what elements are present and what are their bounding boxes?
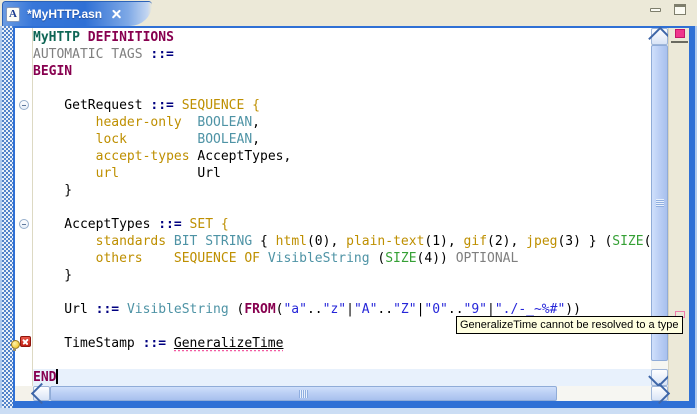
overview-error-marker[interactable] (675, 29, 685, 38)
editor-window: A *MyHTTP.asn MyHTTP DEFINITIONS AUTOMATI… (0, 0, 697, 414)
scroll-left-button[interactable] (30, 382, 53, 405)
code-line[interactable]: url Url (33, 165, 651, 182)
code-line[interactable]: accept-types AcceptTypes, (33, 148, 651, 165)
error-quickfix-icon[interactable] (11, 336, 31, 351)
code-line[interactable]: MyHTTP DEFINITIONS (33, 29, 651, 46)
editor-tab-bar: A *MyHTTP.asn (0, 0, 697, 26)
code-line[interactable]: } (33, 182, 651, 199)
code-editor[interactable]: MyHTTP DEFINITIONS AUTOMATIC TAGS ::= BEGI… (11, 26, 689, 405)
vertical-scrollbar-thumb[interactable] (651, 45, 668, 361)
code-line[interactable]: END (33, 369, 651, 386)
scroll-right-button[interactable] (648, 382, 671, 405)
horizontal-scrollbar-thumb[interactable] (50, 386, 557, 401)
error-icon (20, 336, 31, 347)
scroll-up-button[interactable] (648, 26, 671, 50)
code-line[interactable] (33, 284, 651, 301)
code-line[interactable] (33, 199, 651, 216)
annotation-ruler[interactable] (11, 28, 31, 386)
code-line[interactable]: GetRequest ::= SEQUENCE { (33, 97, 651, 114)
text-caret (56, 369, 59, 384)
lightbulb-icon (11, 340, 20, 351)
window-edge (0, 26, 2, 408)
tab-title: *MyHTTP.asn (27, 7, 103, 21)
overview-ruler-header (671, 41, 688, 43)
tab-myhttp-asn[interactable]: A *MyHTTP.asn (2, 1, 152, 26)
code-line[interactable]: standards BIT STRING { html(0), plain-te… (33, 233, 651, 250)
tab-close-icon[interactable] (111, 8, 122, 20)
overview-ruler[interactable] (668, 28, 689, 401)
code-line[interactable]: BEGIN (33, 63, 651, 80)
thumb-grip (656, 199, 664, 207)
view-controls (649, 4, 687, 16)
thumb-grip (298, 390, 308, 398)
code-line[interactable]: AcceptTypes ::= SET { (33, 216, 651, 233)
code-line[interactable]: others SEQUENCE OF VisibleString (SIZE(4… (33, 250, 651, 267)
minimize-icon[interactable] (649, 4, 663, 16)
editor-frame: MyHTTP DEFINITIONS AUTOMATIC TAGS ::= BEGI… (2, 26, 695, 408)
chevron-right-icon (648, 382, 671, 405)
error-tooltip: GeneralizeTime cannot be resolved to a t… (456, 316, 683, 334)
chevron-left-icon (30, 382, 53, 405)
code-line[interactable]: lock BOOLEAN, (33, 131, 651, 148)
code-line[interactable]: AUTOMATIC TAGS ::= (33, 46, 651, 63)
asn-file-icon: A (6, 6, 20, 22)
fold-collapse-icon[interactable] (19, 219, 29, 229)
window-bottom-edge (0, 408, 697, 414)
code-line[interactable] (33, 80, 651, 97)
horizontal-scrollbar[interactable] (30, 382, 671, 405)
fold-collapse-icon[interactable] (19, 100, 29, 110)
code-line[interactable]: header-only BOOLEAN, (33, 114, 651, 131)
code-line[interactable]: TimeStamp ::= GeneralizeTime (33, 335, 651, 352)
code-line[interactable]: } (33, 267, 651, 284)
maximize-icon[interactable] (673, 4, 687, 16)
code-line[interactable] (33, 352, 651, 369)
